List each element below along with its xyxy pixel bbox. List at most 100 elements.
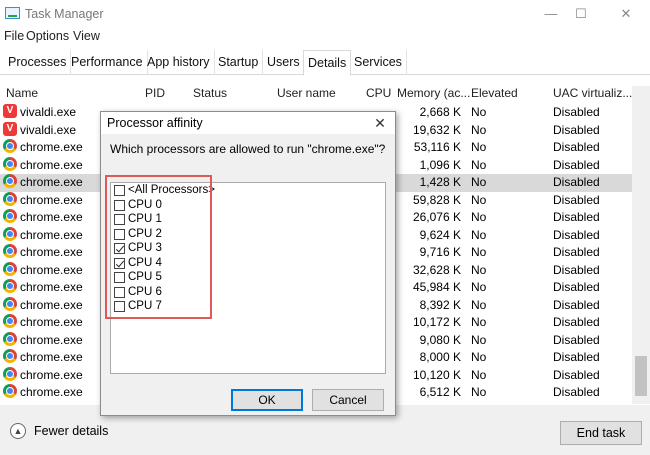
- memory-value: 9,716 K: [419, 245, 461, 259]
- elevated-value: No: [471, 140, 487, 154]
- process-name: vivaldi.exe: [20, 105, 77, 119]
- chrome-icon: [3, 366, 17, 381]
- uac-value: Disabled: [553, 210, 600, 224]
- chrome-icon: [3, 174, 17, 188]
- memory-value: 26,076 K: [412, 210, 461, 224]
- elevated-value: No: [471, 227, 487, 242]
- process-name: chrome.exe: [20, 385, 83, 399]
- end-task-button[interactable]: End task: [560, 421, 642, 445]
- chrome-icon: [3, 139, 17, 153]
- memory-value: 9,624 K: [419, 227, 461, 242]
- uac-value: Disabled: [553, 385, 600, 399]
- chrome-icon: [3, 296, 17, 311]
- process-name: vivaldi.exe: [20, 122, 77, 137]
- process-name: chrome.exe: [20, 175, 83, 189]
- menu-options[interactable]: Options: [26, 29, 69, 43]
- elevated-value: No: [471, 122, 487, 137]
- process-name: chrome.exe: [20, 350, 83, 364]
- tab-startup[interactable]: Startup: [214, 50, 264, 75]
- uac-value: Disabled: [553, 262, 600, 277]
- uac-value: Disabled: [553, 105, 600, 119]
- window-title: Task Manager: [25, 7, 104, 21]
- dialog-close-button[interactable]: ✕: [369, 113, 391, 133]
- minimize-button[interactable]: —: [537, 4, 565, 24]
- column-header: Name PID Status User name CPU Memory (ac…: [0, 86, 650, 104]
- elevated-value: No: [471, 280, 487, 294]
- memory-value: 32,628 K: [412, 262, 461, 277]
- tab-processes[interactable]: Processes: [4, 50, 72, 75]
- chevron-up-icon[interactable]: ▲: [10, 423, 26, 439]
- memory-value: 19,632 K: [412, 122, 461, 137]
- memory-value: 2,668 K: [419, 105, 461, 119]
- memory-value: 59,828 K: [412, 192, 461, 207]
- column-name[interactable]: Name: [6, 86, 38, 100]
- fewer-details-link[interactable]: Fewer details: [34, 424, 108, 438]
- process-name: chrome.exe: [20, 297, 83, 312]
- task-manager-icon: [5, 7, 20, 19]
- elevated-value: No: [471, 385, 487, 399]
- uac-value: Disabled: [553, 350, 600, 364]
- column-elevated[interactable]: Elevated: [471, 86, 518, 100]
- menu-view[interactable]: View: [73, 29, 100, 43]
- chrome-icon: [3, 349, 17, 363]
- column-pid[interactable]: PID: [145, 86, 165, 100]
- chrome-icon: [3, 156, 17, 171]
- process-name: chrome.exe: [20, 245, 83, 259]
- process-name: chrome.exe: [20, 192, 83, 207]
- uac-value: Disabled: [553, 122, 600, 137]
- chrome-icon: [3, 314, 17, 328]
- cancel-button[interactable]: Cancel: [312, 389, 384, 411]
- elevated-value: No: [471, 367, 487, 382]
- vertical-scrollbar[interactable]: [632, 86, 650, 404]
- scrollbar-thumb[interactable]: [635, 356, 647, 396]
- process-name: chrome.exe: [20, 315, 83, 329]
- tab-users[interactable]: Users: [263, 50, 305, 75]
- menu-file[interactable]: File: [4, 29, 24, 43]
- dialog-question: Which processors are allowed to run "chr…: [110, 142, 386, 156]
- dialog-title-bar: Processor affinity ✕: [101, 112, 395, 134]
- process-name: chrome.exe: [20, 140, 83, 154]
- elevated-value: No: [471, 315, 487, 329]
- elevated-value: No: [471, 192, 487, 207]
- elevated-value: No: [471, 297, 487, 312]
- tab-services[interactable]: Services: [350, 50, 407, 75]
- tab-performance[interactable]: Performance: [67, 50, 148, 75]
- tab-details[interactable]: Details: [303, 50, 352, 76]
- uac-value: Disabled: [553, 245, 600, 259]
- process-name: chrome.exe: [20, 280, 83, 294]
- column-status[interactable]: Status: [193, 86, 227, 100]
- chrome-icon: [3, 331, 17, 346]
- memory-value: 8,392 K: [419, 297, 461, 312]
- processor-affinity-dialog: Processor affinity ✕ Which processors ar…: [100, 111, 396, 416]
- elevated-value: No: [471, 105, 487, 119]
- close-button[interactable]: ✕: [612, 4, 640, 24]
- column-user-name[interactable]: User name: [277, 86, 336, 100]
- tab-app-history[interactable]: App history: [143, 50, 215, 75]
- uac-value: Disabled: [553, 227, 600, 242]
- column-memory[interactable]: Memory (ac...: [397, 86, 470, 100]
- process-name: chrome.exe: [20, 367, 83, 382]
- maximize-button[interactable]: ☐: [567, 4, 595, 24]
- chrome-icon: [3, 226, 17, 241]
- memory-value: 1,096 K: [419, 157, 461, 172]
- process-name: chrome.exe: [20, 210, 83, 224]
- dialog-title: Processor affinity: [107, 116, 203, 130]
- memory-value: 6,512 K: [419, 385, 461, 399]
- chrome-icon: [3, 279, 17, 293]
- highlight-annotation: [105, 175, 212, 319]
- ok-button[interactable]: OK: [231, 389, 303, 411]
- process-name: chrome.exe: [20, 157, 83, 172]
- elevated-value: No: [471, 332, 487, 347]
- process-name: chrome.exe: [20, 332, 83, 347]
- uac-value: Disabled: [553, 332, 600, 347]
- elevated-value: No: [471, 175, 487, 189]
- column-cpu[interactable]: CPU: [366, 86, 391, 100]
- uac-value: Disabled: [553, 157, 600, 172]
- elevated-value: No: [471, 262, 487, 277]
- column-uac-virtualization[interactable]: UAC virtualiz...: [553, 86, 632, 100]
- memory-value: 45,984 K: [412, 280, 461, 294]
- uac-value: Disabled: [553, 140, 600, 154]
- elevated-value: No: [471, 245, 487, 259]
- uac-value: Disabled: [553, 297, 600, 312]
- chrome-icon: [3, 191, 17, 206]
